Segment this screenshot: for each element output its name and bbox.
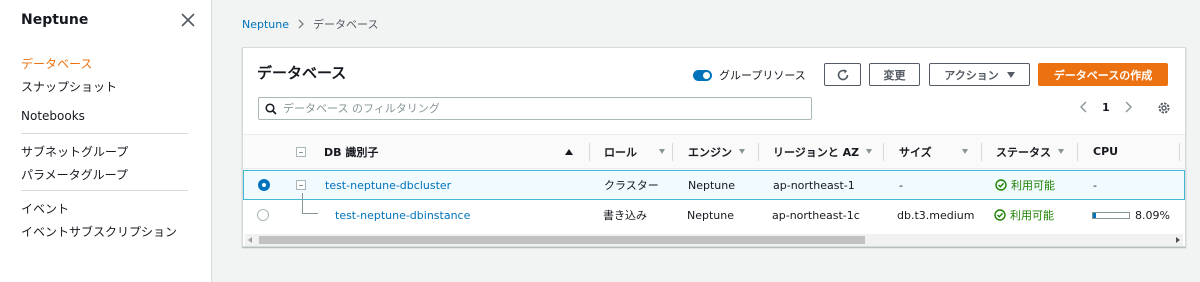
caret-down-icon — [1006, 71, 1015, 78]
sidebar-title: Neptune — [21, 12, 89, 28]
search-icon — [265, 102, 277, 115]
toggle-switch[interactable] — [693, 69, 712, 81]
breadcrumb-current: データベース — [313, 18, 379, 31]
table-row[interactable]: test-neptune-dbcluster クラスター Neptune ap-… — [243, 170, 1185, 200]
modify-button[interactable]: 変更 — [869, 63, 920, 86]
engine-cell: Neptune — [688, 178, 736, 192]
column-divider — [758, 143, 759, 161]
column-size[interactable]: サイズ — [899, 135, 968, 168]
group-resources-label: グループリソース — [719, 69, 806, 82]
check-circle-icon — [995, 179, 1007, 191]
column-divider — [1077, 143, 1078, 161]
collapse-icon — [296, 146, 306, 157]
sidebar-divider — [21, 190, 188, 191]
breadcrumb: Neptune データベース — [242, 16, 378, 32]
status-cell: 利用可能 — [994, 201, 1054, 229]
databases-panel: データベース グループリソース 変更 アクション データベースの作成 1 DB … — [242, 47, 1186, 247]
group-resources-toggle[interactable]: グループリソース — [693, 67, 806, 83]
create-database-button[interactable]: データベースの作成 — [1038, 63, 1168, 86]
column-role-label: ロール — [604, 145, 637, 159]
cpu-percent: 8.09% — [1135, 208, 1170, 222]
column-size-label: サイズ — [899, 145, 932, 159]
column-region-az-label: リージョンと AZ — [773, 145, 860, 159]
sort-caret-icon — [739, 149, 745, 154]
sidebar-item-events[interactable]: イベント — [21, 200, 69, 217]
column-divider — [981, 143, 982, 161]
column-cpu-label: CPU — [1093, 145, 1119, 158]
sidebar-item-event-subscriptions[interactable]: イベントサブスクリプション — [21, 223, 177, 240]
role-cell: クラスター — [604, 179, 659, 192]
column-db-id-label: DB 識別子 — [324, 145, 379, 159]
status-text: 利用可能 — [1011, 179, 1055, 192]
panel-title: データベース — [257, 64, 347, 82]
table-row[interactable]: test-neptune-dbinstance 書き込み Neptune ap-… — [243, 201, 1185, 231]
sidebar-item-subnet-groups[interactable]: サブネットグループ — [21, 143, 128, 160]
column-divider — [1179, 143, 1180, 161]
row-radio[interactable] — [258, 171, 270, 199]
column-engine[interactable]: エンジン — [688, 135, 745, 168]
actions-dropdown[interactable]: アクション — [929, 63, 1030, 86]
column-region-az[interactable]: リージョンと AZ — [773, 135, 873, 168]
size-cell: - — [899, 178, 903, 192]
column-status[interactable]: ステータス — [996, 135, 1064, 168]
current-page-number[interactable]: 1 — [1102, 101, 1110, 114]
side-navigation: Neptune データベース スナップショット Notebooks サブネットグ… — [0, 0, 212, 282]
sort-ascending-icon[interactable] — [565, 135, 573, 168]
column-divider — [672, 143, 673, 161]
refresh-icon — [837, 68, 848, 80]
gear-icon[interactable] — [1157, 101, 1171, 115]
actions-label: アクション — [944, 68, 999, 82]
filter-input[interactable] — [283, 102, 803, 115]
sidebar-item-snapshots[interactable]: スナップショット — [21, 78, 117, 95]
collapse-icon — [296, 180, 306, 190]
column-divider — [883, 143, 884, 161]
status-cell: 利用可能 — [995, 171, 1055, 199]
column-db-id[interactable]: DB 識別子 — [324, 135, 378, 168]
engine-cell: Neptune — [687, 208, 735, 222]
scrollbar-thumb[interactable] — [259, 236, 865, 244]
cpu-utilization-bar — [1092, 211, 1130, 219]
breadcrumb-root-link[interactable]: Neptune — [242, 18, 289, 31]
size-cell: db.t3.medium — [897, 208, 975, 222]
check-circle-icon — [994, 209, 1006, 221]
chevron-right-icon — [298, 19, 304, 29]
scroll-right-arrow[interactable] — [1176, 237, 1180, 243]
db-identifier-link[interactable]: test-neptune-dbinstance — [335, 201, 470, 229]
column-divider — [589, 143, 590, 161]
table-header: DB 識別子 ロール エンジン リージョンと AZ サイズ ステータス CPU — [243, 134, 1185, 169]
column-status-label: ステータス — [996, 145, 1051, 159]
pagination: 1 — [1077, 100, 1135, 114]
column-role[interactable]: ロール — [604, 135, 665, 168]
cpu-utilization-fill — [1093, 212, 1096, 218]
column-cpu[interactable]: CPU — [1093, 135, 1118, 168]
cpu-cell: 8.09% — [1092, 201, 1170, 229]
close-icon[interactable] — [180, 12, 196, 28]
status-text: 利用可能 — [1010, 209, 1054, 222]
chevron-right-icon[interactable] — [1121, 100, 1135, 114]
sort-caret-icon — [961, 149, 968, 154]
role-cell: 書き込み — [603, 209, 647, 222]
sidebar-divider — [21, 133, 188, 134]
column-engine-label: エンジン — [688, 145, 732, 159]
chevron-left-icon[interactable] — [1077, 100, 1091, 114]
sort-caret-icon — [659, 149, 665, 154]
refresh-button[interactable] — [824, 63, 861, 86]
radio-unselected[interactable] — [257, 209, 269, 221]
filter-search-box[interactable] — [258, 97, 812, 120]
sort-caret-icon — [866, 149, 873, 154]
sort-caret-icon — [1058, 149, 1064, 154]
sidebar-item-notebooks[interactable]: Notebooks — [21, 109, 85, 123]
region-cell: ap-northeast-1c — [772, 208, 860, 222]
region-cell: ap-northeast-1 — [773, 178, 855, 192]
row-radio[interactable] — [257, 201, 269, 229]
radio-selected[interactable] — [258, 179, 270, 191]
cpu-cell: - — [1093, 178, 1097, 192]
expand-all-toggle[interactable] — [296, 135, 306, 168]
horizontal-scrollbar[interactable] — [245, 234, 1183, 246]
db-identifier-link[interactable]: test-neptune-dbcluster — [325, 171, 451, 199]
sidebar-item-parameter-groups[interactable]: パラメータグループ — [21, 166, 128, 183]
sidebar-item-databases[interactable]: データベース — [21, 55, 92, 72]
scroll-left-arrow[interactable] — [248, 237, 252, 243]
